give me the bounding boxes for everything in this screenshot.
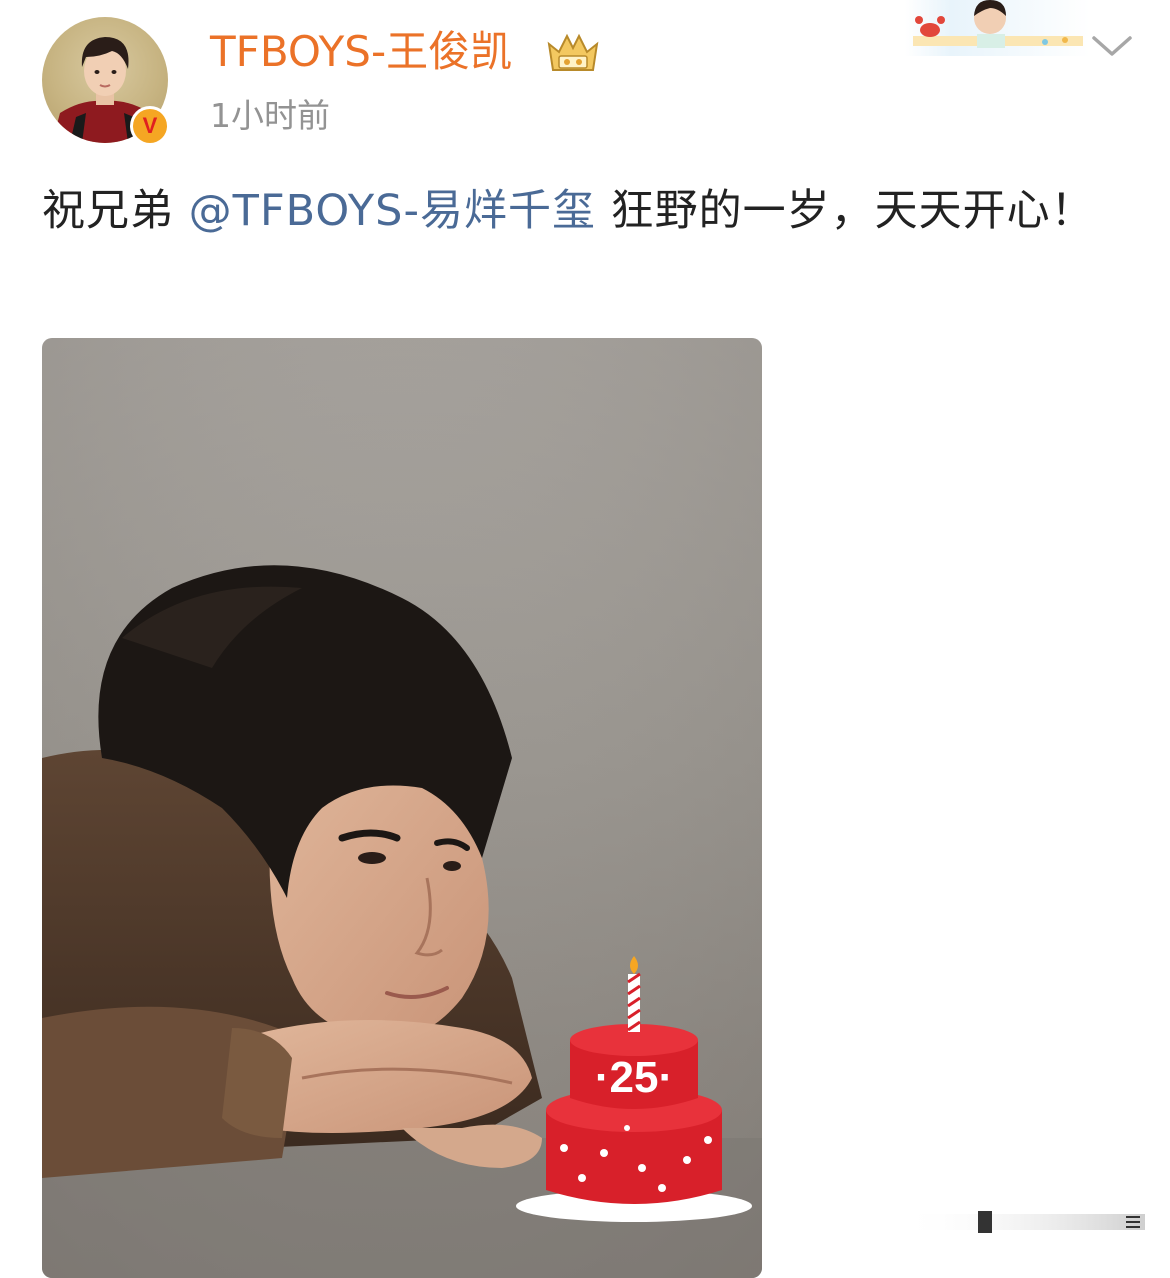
cake-number-label: ·25· — [594, 1053, 674, 1102]
post-text: 祝兄弟 @TFBOYS-易烊千玺 狂野的一岁，天天开心！ — [42, 178, 1102, 244]
decorative-banner — [905, 0, 1090, 56]
post-image[interactable]: ·25· — [42, 338, 762, 1278]
post-text-prefix: 祝兄弟 — [42, 186, 189, 236]
chevron-down-icon[interactable] — [1090, 28, 1134, 62]
mention-link[interactable]: @TFBOYS-易烊千玺 — [189, 186, 596, 236]
crown-badge-icon[interactable] — [545, 30, 601, 74]
post-time: 1小时前 — [210, 96, 330, 135]
author-name[interactable]: TFBOYS-王俊凯 — [210, 24, 512, 80]
verified-badge-letter: V — [133, 109, 167, 143]
verified-badge-icon: V — [130, 106, 170, 146]
post-text-suffix: 狂野的一岁，天天开心！ — [596, 186, 1095, 236]
image-gallery-indicator — [900, 1211, 1145, 1233]
